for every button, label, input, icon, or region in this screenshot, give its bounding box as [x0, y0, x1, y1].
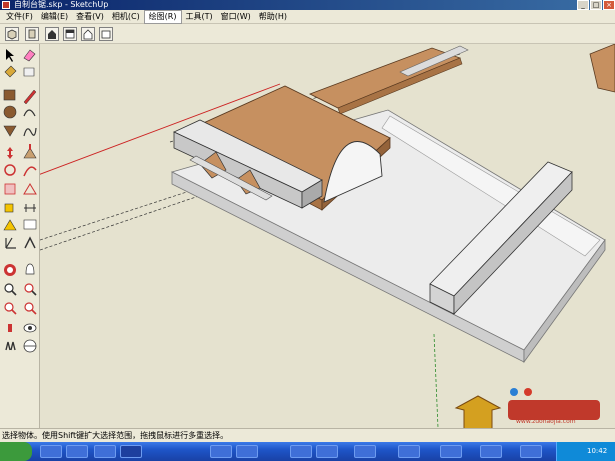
minimize-button[interactable]: _: [577, 0, 589, 10]
menu-file[interactable]: 文件(F): [2, 10, 37, 24]
taskbar-app-button[interactable]: [354, 445, 376, 458]
menu-bar: 文件(F) 编辑(E) 查看(V) 相机(C) 绘图(R) 工具(T) 窗口(W…: [0, 9, 615, 24]
top-view-icon[interactable]: [63, 27, 77, 41]
back-wood-rail: [309, 45, 469, 115]
select-icon[interactable]: [6, 49, 14, 62]
green-axis-line: [433, 333, 439, 428]
maximize-button[interactable]: □: [590, 0, 602, 10]
sketchup-app-icon: [2, 1, 10, 9]
position-camera-icon[interactable]: [8, 324, 12, 332]
text-icon[interactable]: [23, 219, 37, 230]
arc-icon[interactable]: [23, 109, 36, 117]
watermark-site: www.zuohaojia.com: [516, 418, 576, 425]
taskbar-app-button[interactable]: [210, 445, 232, 458]
rectangle-icon[interactable]: [3, 89, 16, 101]
taskbar-app-button[interactable]: [440, 445, 462, 458]
home-view-icon[interactable]: [45, 27, 59, 41]
circle-icon[interactable]: [3, 105, 17, 119]
move-icon[interactable]: [7, 147, 13, 159]
3d-text-icon[interactable]: [24, 236, 36, 249]
status-text: 选择物体。使用Shift键扩大选择范围，拖拽鼠标进行多重选择。: [2, 431, 229, 440]
previous-view-icon[interactable]: [24, 302, 37, 315]
zoom-extents-icon[interactable]: [4, 302, 17, 315]
menu-help[interactable]: 帮助(H): [255, 10, 291, 24]
pan-icon[interactable]: [25, 263, 35, 275]
taskbar-app-button[interactable]: [236, 445, 258, 458]
follow-me-icon[interactable]: [23, 166, 37, 177]
zoom-window-icon[interactable]: [24, 283, 37, 296]
zuohaojia-logo: www.zuohaojia.com: [448, 386, 608, 434]
freehand-icon[interactable]: [23, 127, 37, 137]
taskbar-app-button[interactable]: [290, 445, 312, 458]
dimension-icon[interactable]: [24, 204, 36, 212]
scale-icon[interactable]: [4, 183, 16, 195]
push-pull-icon[interactable]: [23, 144, 37, 159]
house-view-icon[interactable]: [81, 27, 95, 41]
menu-draw[interactable]: 绘图(R): [143, 9, 182, 24]
menu-window[interactable]: 窗口(W): [217, 10, 255, 24]
taskbar-app-button[interactable]: [480, 445, 502, 458]
polygon-icon[interactable]: [3, 125, 17, 137]
menu-tools[interactable]: 工具(T): [182, 10, 217, 24]
taskbar-app-button[interactable]: [94, 445, 116, 458]
paint-bucket-icon[interactable]: [4, 65, 17, 78]
start-button[interactable]: [0, 442, 32, 461]
taskbar-app-button[interactable]: [66, 445, 88, 458]
system-tray: 10:42: [556, 442, 615, 461]
look-around-icon[interactable]: [23, 323, 37, 333]
taskbar-app-button[interactable]: [316, 445, 338, 458]
section-plane-icon[interactable]: [23, 339, 37, 353]
tools-palette: [0, 44, 40, 428]
menu-view[interactable]: 查看(V): [72, 10, 108, 24]
window-title: 自制台锯.skp - SketchUp: [14, 0, 109, 9]
close-button[interactable]: ×: [603, 0, 615, 10]
tape-measure-icon[interactable]: [4, 203, 14, 213]
model-viewport[interactable]: [40, 44, 615, 428]
taskbar-app-button[interactable]: [398, 445, 420, 458]
taskbar-clock: 10:42: [587, 447, 608, 455]
rotate-icon[interactable]: [4, 164, 16, 176]
front-view-icon[interactable]: [25, 27, 39, 41]
eraser-icon[interactable]: [23, 49, 36, 62]
taskbar-app-button[interactable]: [40, 445, 62, 458]
iso-view-icon[interactable]: [5, 27, 19, 41]
axes-icon[interactable]: [5, 237, 16, 249]
taskbar-app-button-active[interactable]: [120, 445, 142, 458]
title-bar: 自制台锯.skp - SketchUp _ □ ×: [0, 0, 615, 10]
windows-taskbar: 10:42: [0, 442, 615, 461]
partial-object-right: [589, 44, 615, 93]
zoom-icon[interactable]: [4, 283, 17, 296]
menu-edit[interactable]: 编辑(E): [37, 10, 72, 24]
views-toolbar: [0, 24, 615, 44]
menu-camera[interactable]: 相机(C): [108, 10, 144, 24]
pencil-icon[interactable]: [23, 89, 37, 105]
taskbar-app-button[interactable]: [520, 445, 542, 458]
walk-icon[interactable]: [5, 341, 16, 351]
protractor-icon[interactable]: [3, 219, 17, 231]
status-bar: 选择物体。使用Shift键扩大选择范围，拖拽鼠标进行多重选择。: [0, 428, 615, 442]
orbit-helper-icon[interactable]: [23, 67, 35, 77]
orbit-icon[interactable]: [4, 264, 16, 276]
offset-icon[interactable]: [23, 183, 37, 195]
side-view-icon[interactable]: [99, 27, 113, 41]
dashed-guide-line-2: [40, 185, 206, 241]
